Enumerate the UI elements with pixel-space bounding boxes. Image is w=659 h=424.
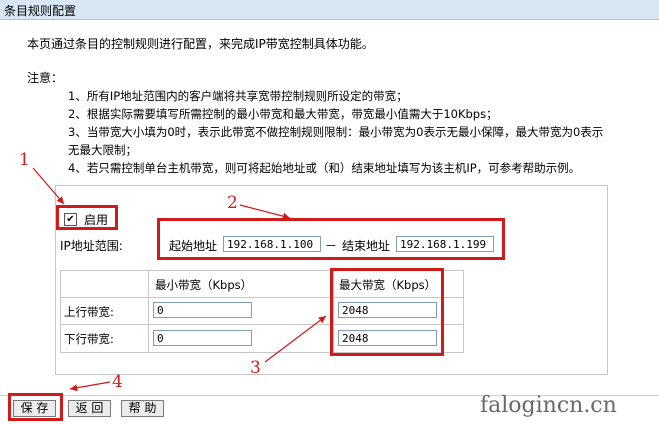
arrow-3 [264,315,327,363]
arrow-2 [239,204,291,220]
arrow-4 [69,381,111,392]
annotation-arrows [32,167,327,392]
watermark: falogincn.cn [480,393,617,418]
arrow-1 [32,167,65,205]
